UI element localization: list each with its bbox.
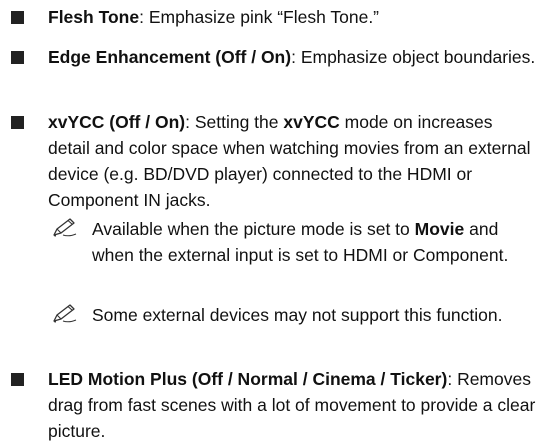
item-description: Emphasize pink “Flesh Tone.” bbox=[148, 7, 380, 27]
note-text: Some external devices may not support th… bbox=[92, 305, 503, 325]
item-description: : Setting the bbox=[185, 112, 284, 132]
item-text: LED Motion Plus (Off / Normal / Cinema /… bbox=[48, 366, 538, 444]
item-text: xvYCC (Off / On): Setting the xvYCC mode… bbox=[48, 109, 538, 213]
note-text: Available when the picture mode is set t… bbox=[92, 216, 538, 268]
item-separator: : bbox=[447, 369, 458, 389]
item-term: Edge Enhancement (Off / On) bbox=[48, 47, 292, 67]
pencil-note-icon bbox=[53, 304, 77, 323]
item-term: xvYCC (Off / On) bbox=[48, 112, 186, 132]
item-description: Emphasize object boundaries. bbox=[300, 47, 536, 67]
pencil-note-icon bbox=[53, 218, 77, 237]
item-text: Edge Enhancement (Off / On): Emphasize o… bbox=[48, 44, 538, 70]
note-text-part: Available when the picture mode is set t… bbox=[92, 219, 415, 239]
item-term-inline: xvYCC bbox=[283, 112, 340, 132]
item-separator: : bbox=[291, 47, 301, 67]
item-term: Flesh Tone bbox=[48, 7, 140, 27]
item-text: Flesh Tone: Emphasize pink “Flesh Tone.” bbox=[48, 4, 538, 30]
item-term: LED Motion Plus (Off / Normal / Cinema /… bbox=[48, 369, 448, 389]
square-bullet-icon bbox=[11, 11, 24, 24]
square-bullet-icon bbox=[11, 116, 24, 129]
note-bold-term: Movie bbox=[414, 219, 465, 239]
square-bullet-icon bbox=[11, 373, 24, 386]
square-bullet-icon bbox=[11, 51, 24, 64]
item-separator: : bbox=[139, 7, 149, 27]
